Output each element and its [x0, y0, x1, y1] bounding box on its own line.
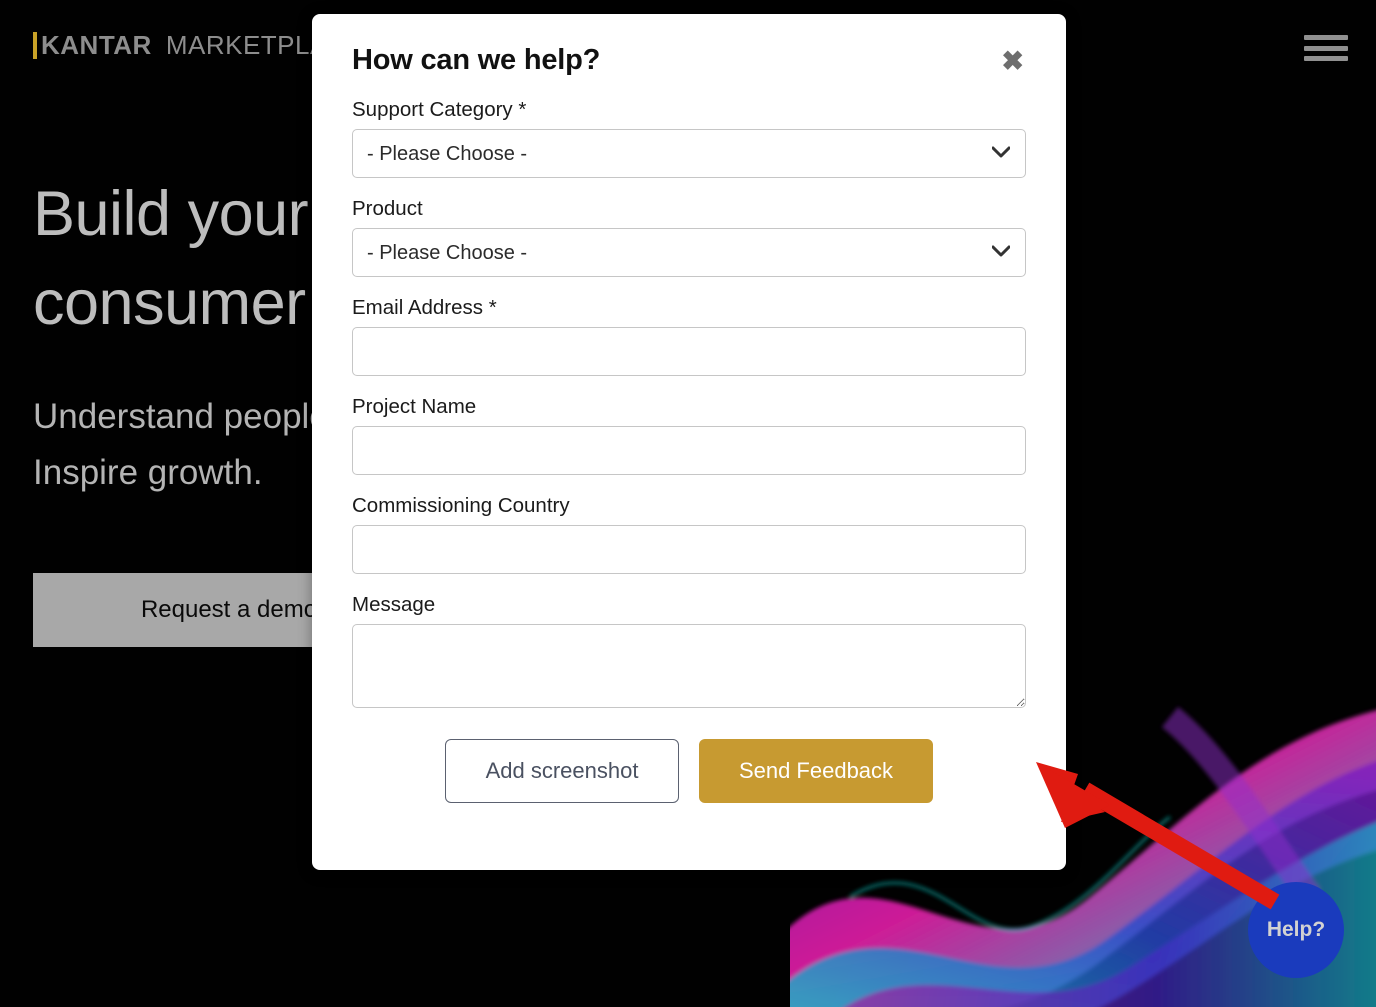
field-email-address: Email Address * [352, 296, 1026, 376]
product-select[interactable]: - Please Choose - [352, 228, 1026, 277]
support-category-select[interactable]: - Please Choose - [352, 129, 1026, 178]
field-message: Message [352, 593, 1026, 713]
support-category-select-wrap: - Please Choose - [352, 129, 1026, 178]
hamburger-line-1 [1304, 35, 1348, 40]
message-textarea[interactable] [352, 624, 1026, 708]
commissioning-country-input[interactable] [352, 525, 1026, 574]
email-address-input[interactable] [352, 327, 1026, 376]
logo-gold-bar-icon [33, 32, 37, 59]
support-modal: How can we help? ✖ Support Category * - … [312, 14, 1066, 870]
modal-header: How can we help? ✖ [352, 44, 1026, 79]
add-screenshot-button[interactable]: Add screenshot [445, 739, 679, 803]
project-name-label: Project Name [352, 395, 477, 418]
field-support-category: Support Category * - Please Choose - [352, 98, 1026, 178]
field-project-name: Project Name [352, 395, 1026, 475]
commissioning-country-label: Commissioning Country [352, 494, 570, 517]
hamburger-icon[interactable] [1304, 30, 1348, 66]
field-commissioning-country: Commissioning Country [352, 494, 1026, 574]
support-category-label: Support Category * [352, 98, 527, 121]
hamburger-line-2 [1304, 45, 1348, 51]
project-name-input[interactable] [352, 426, 1026, 475]
field-product: Product - Please Choose - [352, 197, 1026, 277]
logo-primary-text: KANTAR [41, 30, 152, 60]
hamburger-line-3 [1304, 56, 1348, 61]
modal-title: How can we help? [352, 44, 601, 76]
product-label: Product [352, 197, 423, 220]
product-select-wrap: - Please Choose - [352, 228, 1026, 277]
close-icon[interactable]: ✖ [999, 44, 1026, 79]
message-label: Message [352, 593, 436, 616]
help-button[interactable]: Help? [1248, 882, 1344, 978]
send-feedback-button[interactable]: Send Feedback [699, 739, 933, 803]
email-address-label: Email Address * [352, 296, 497, 319]
modal-action-row: Add screenshot Send Feedback [352, 739, 1026, 803]
page-root: KANTAR MARKETPLACE Build your brand with… [0, 0, 1376, 1007]
